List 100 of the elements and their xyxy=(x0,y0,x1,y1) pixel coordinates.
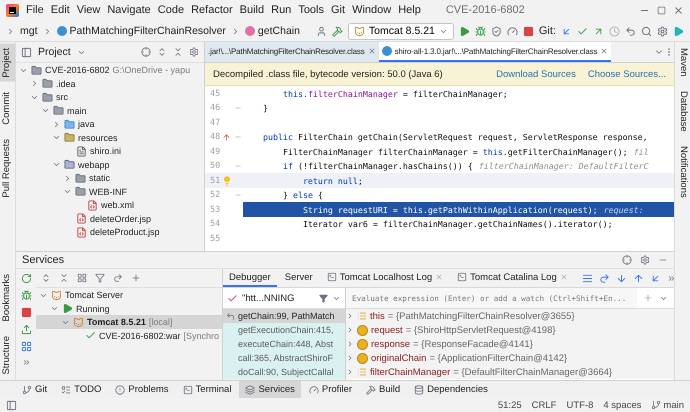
tree-item[interactable]: src xyxy=(16,90,204,104)
hammer-icon[interactable] xyxy=(332,26,343,37)
close-icon[interactable] xyxy=(560,273,568,282)
menu-item[interactable]: Tools xyxy=(298,4,324,16)
side-tab[interactable]: Structure xyxy=(0,332,15,378)
side-tab[interactable]: Commit xyxy=(0,88,15,129)
variable-row[interactable]: filterChainManager = {DefaultFilterChainManager@3664} xyxy=(346,365,674,380)
more-icon[interactable] xyxy=(22,358,30,368)
close-icon[interactable] xyxy=(368,47,376,56)
tool-window-button[interactable]: Git xyxy=(16,381,54,398)
profiler-icon[interactable] xyxy=(506,26,518,37)
side-tab[interactable]: Pull Requests xyxy=(0,134,15,202)
tree-item[interactable]: WEB-INF xyxy=(16,184,204,198)
tool-window-button[interactable]: Build xyxy=(360,381,406,398)
menu-item[interactable]: Help xyxy=(398,4,421,16)
settings-icon[interactable] xyxy=(657,26,668,37)
breadcrumb[interactable]: getChain xyxy=(244,25,300,38)
tree-item[interactable]: webapp xyxy=(16,158,204,172)
menu-item[interactable]: Git xyxy=(331,4,346,16)
breadcrumb[interactable]: mgt xyxy=(20,25,38,38)
tree-item[interactable]: deleteOrder.jsp xyxy=(16,212,204,226)
tree-item[interactable]: shiro.ini xyxy=(16,144,204,158)
tree-item[interactable]: static xyxy=(16,171,204,185)
locate-icon[interactable] xyxy=(622,255,632,266)
filter-icon[interactable] xyxy=(95,273,105,284)
menu-item[interactable]: Build xyxy=(240,4,264,16)
tree-item[interactable]: web.xml xyxy=(16,198,204,212)
group-icon[interactable] xyxy=(77,273,87,284)
tree-item[interactable]: Running xyxy=(36,302,222,316)
menu-item[interactable]: Edit xyxy=(50,4,70,16)
stack-frame[interactable]: getChain:99, PathMatch xyxy=(223,309,345,324)
stack-frame[interactable]: executeChain:448, Abst xyxy=(223,337,345,352)
breadcrumb[interactable]: PathMatchingFilterChainResolver xyxy=(56,25,226,38)
menu-item[interactable]: Code xyxy=(158,4,184,16)
search-icon[interactable] xyxy=(641,26,652,37)
chevron-right-icon[interactable] xyxy=(30,79,39,88)
tool-window-button[interactable]: TODO xyxy=(55,381,108,398)
banner-link[interactable]: Download Sources xyxy=(496,68,576,80)
debugger-tab[interactable]: Server xyxy=(278,269,319,288)
editor-tab[interactable]: .jar!\...\PathMatchingFilterChainResolver.class xyxy=(205,42,379,62)
close-icon[interactable] xyxy=(435,273,444,282)
close-icon[interactable] xyxy=(673,4,684,16)
grid-icon[interactable] xyxy=(20,341,32,352)
status-item[interactable]: 51:25 xyxy=(498,400,522,411)
settings-icon[interactable] xyxy=(189,47,199,58)
chevron-right-icon[interactable] xyxy=(52,120,61,129)
commit-icon[interactable] xyxy=(577,26,588,37)
collapse-all-icon[interactable] xyxy=(173,47,183,58)
deploy-icon[interactable] xyxy=(20,324,32,336)
variable-row[interactable]: this = {PathMatchingFilterChainResolver@3655} xyxy=(346,309,674,324)
stop-icon[interactable] xyxy=(522,26,534,37)
debug-icon[interactable] xyxy=(20,290,32,302)
tool-window-button[interactable]: Profiler xyxy=(302,381,358,398)
variable-row[interactable]: originalChain = {ApplicationFilterChain@4142} xyxy=(346,351,674,366)
side-tab[interactable]: Database xyxy=(675,86,690,136)
collapse-all-icon[interactable] xyxy=(59,273,69,284)
run-icon[interactable] xyxy=(458,26,470,37)
banner-link[interactable]: Choose Sources... xyxy=(588,68,666,80)
status-item[interactable]: UTF-8 xyxy=(566,400,594,411)
rerun-icon[interactable] xyxy=(20,273,32,284)
tree-item[interactable]: CVE-2016-6802:war [Synchro xyxy=(36,328,222,342)
more-icon[interactable] xyxy=(666,274,676,283)
tree-item[interactable]: main xyxy=(16,104,204,118)
variable-row[interactable]: response = {ResponseFacade@4141} xyxy=(346,337,674,352)
debugger-tab[interactable]: Tomcat Catalina Log xyxy=(451,269,574,288)
side-tab[interactable]: Maven xyxy=(675,44,690,81)
variable-row[interactable]: request = {ShiroHttpServletRequest@4198} xyxy=(346,323,674,338)
tool-window-button[interactable]: Dependencies xyxy=(408,381,494,398)
debugger-tab[interactable]: Tomcat Localhost Log xyxy=(320,269,450,288)
editor-tab[interactable]: shiro-all-1.3.0.jar!\...\PathMatchingFilterChainResolver.class xyxy=(378,42,612,62)
tree-item[interactable]: .idea xyxy=(16,76,204,90)
menu-item[interactable]: Run xyxy=(271,4,292,16)
rollback-icon[interactable] xyxy=(625,26,636,37)
tree-item[interactable]: CVE-2016-6802 G:\OneDrive - yapu xyxy=(16,63,204,77)
side-tab[interactable]: Notifications xyxy=(675,142,690,202)
tool-window-button[interactable]: Services xyxy=(239,381,301,398)
chevron-right-icon[interactable] xyxy=(63,174,72,183)
side-tab[interactable]: Project xyxy=(0,44,15,82)
status-item[interactable]: 4 spaces xyxy=(603,400,642,411)
tree-item[interactable]: Tomcat Server xyxy=(36,288,222,302)
step-into-icon[interactable] xyxy=(616,272,627,284)
settings-icon[interactable] xyxy=(640,255,650,266)
locate-icon[interactable] xyxy=(141,47,151,58)
tool-window-button[interactable]: Terminal xyxy=(176,381,238,398)
stop-icon[interactable] xyxy=(20,307,32,318)
run-to-cursor-icon[interactable] xyxy=(650,272,661,284)
run-configuration-dropdown[interactable]: Tomcat 8.5.21 xyxy=(348,22,454,40)
maximize-icon[interactable] xyxy=(657,6,666,15)
stack-frame[interactable]: call:365, AbstractShiroF xyxy=(223,351,345,366)
tool-window-button[interactable]: Problems xyxy=(109,381,175,398)
thread-selector[interactable]: "htt...NNING xyxy=(223,288,345,310)
step-over-icon[interactable] xyxy=(598,272,610,284)
panel-icon[interactable] xyxy=(6,400,17,411)
tree-item[interactable]: Tomcat 8.5.21 [local] xyxy=(36,315,222,329)
update-icon[interactable] xyxy=(561,26,572,37)
status-item[interactable]: CRLF xyxy=(532,400,556,411)
tree-item[interactable]: deleteProduct.jsp xyxy=(16,225,204,239)
expand-all-icon[interactable] xyxy=(157,47,167,58)
expand-all-icon[interactable] xyxy=(41,273,51,284)
stack-frame[interactable]: doCall:90, SubjectCallal xyxy=(223,365,345,380)
